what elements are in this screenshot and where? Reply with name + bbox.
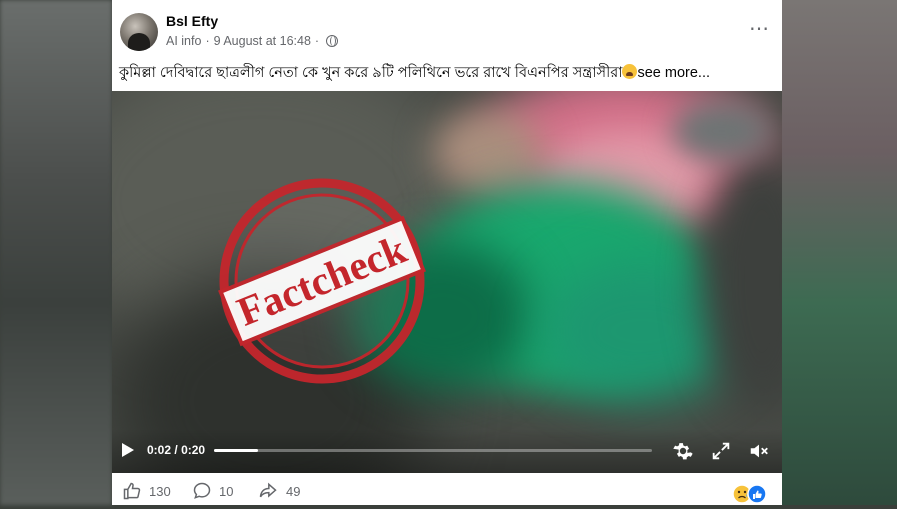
share-icon <box>259 482 277 498</box>
post-header: Bsl Efty AI info · 9 August at 16:48 · ⋯ <box>112 0 782 58</box>
settings-icon[interactable] <box>672 440 694 462</box>
caption-text: কুমিল্লা দেবিদ্বারে ছাত্রলীগ নেতা কে খুন… <box>119 65 623 81</box>
mute-icon[interactable] <box>748 440 770 462</box>
video-player[interactable]: Factcheck 0:02 / 0:20 <box>112 91 782 473</box>
video-frame-right-gray <box>672 101 772 161</box>
see-more-link[interactable]: see more... <box>637 65 710 81</box>
current-time: 0:02 <box>147 443 172 457</box>
avatar[interactable] <box>120 13 158 51</box>
comment-count: 10 <box>219 483 234 499</box>
reactions-summary[interactable] <box>732 484 772 504</box>
post-caption: কুমিল্লা দেবিদ্বারে ছাত্রলীগ নেতা কে খুন… <box>119 62 710 86</box>
engagement-bar: 130 10 49 <box>112 476 782 505</box>
time-separator: / <box>174 443 178 457</box>
like-icon <box>123 482 141 500</box>
progress-bar[interactable] <box>214 449 652 452</box>
video-frame-skin <box>432 111 542 191</box>
duration: 0:20 <box>181 443 206 457</box>
fullscreen-icon[interactable] <box>710 440 732 462</box>
video-controls: 0:02 / 0:20 <box>112 429 782 473</box>
background-right-blur <box>782 0 897 505</box>
ai-info-link[interactable]: AI info <box>166 34 201 48</box>
comment-button[interactable]: 10 <box>192 481 233 501</box>
more-options-button[interactable]: ⋯ <box>749 19 769 39</box>
background-left-blur <box>0 0 112 505</box>
author-name[interactable]: Bsl Efty <box>166 13 218 29</box>
separator-dot: · <box>314 34 320 48</box>
like-reaction-icon <box>747 484 767 504</box>
progress-fill <box>214 449 258 452</box>
post-meta: AI info · 9 August at 16:48 · <box>166 34 339 48</box>
share-count: 49 <box>286 483 301 499</box>
play-icon[interactable] <box>122 443 134 457</box>
meta-separator: · <box>205 34 210 48</box>
share-button[interactable]: 49 <box>257 481 300 501</box>
globe-icon <box>326 35 339 47</box>
factcheck-stamp: Factcheck <box>218 178 426 384</box>
post-timestamp[interactable]: 9 August at 16:48 <box>214 34 311 48</box>
crying-face-emoji-icon <box>622 64 638 79</box>
comment-icon <box>193 482 211 499</box>
facebook-post-card: Bsl Efty AI info · 9 August at 16:48 · ⋯… <box>112 0 782 505</box>
like-count: 130 <box>149 483 171 499</box>
like-button[interactable]: 130 <box>122 481 171 501</box>
video-time: 0:02 / 0:20 <box>147 443 205 457</box>
